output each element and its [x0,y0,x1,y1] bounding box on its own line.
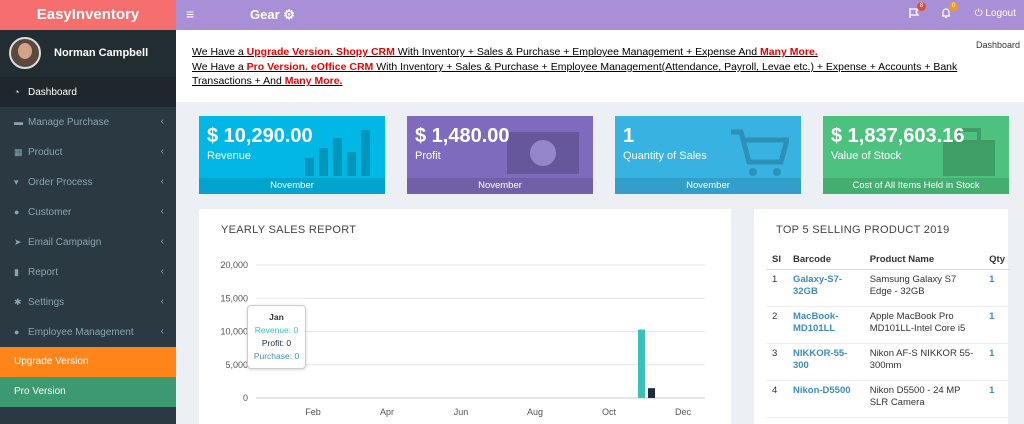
top-selling-title: TOP 5 SELLING PRODUCT 2019 [776,224,950,236]
row-product-name: Nikon D5500 - 24 MP SLR Camera [863,380,984,418]
row-barcode-link[interactable]: MacBook-MD101LL [786,306,864,344]
table-row: 2 MacBook-MD101LL Apple MacBook Pro MD10… [766,306,1011,344]
x-tick-label: Jun [454,407,469,417]
table-row: 4 Nikon-D5500 Nikon D5500 - 24 MP SLR Ca… [766,380,1011,418]
row-sl: 2 [766,306,787,344]
table-header-row: Sl Barcode Product Name Qty [766,251,1011,270]
y-tick-label: 20,000 [220,260,248,270]
x-tick-label: Dec [675,407,692,417]
bar-revenue [638,329,645,398]
y-tick-label: 0 [243,393,248,403]
row-qty: 1 [983,306,1011,344]
tooltip-profit: Profit: 0 [261,338,292,348]
row-product-name: Samsung Galaxy S7 Edge - 32GB [863,269,984,307]
row-sl: 3 [766,343,787,381]
row-barcode-link[interactable]: Nikon-D5500 [786,380,864,418]
col-barcode: Barcode [786,251,864,270]
x-tick-label: Feb [305,407,321,417]
chart-tooltip: Jan Revenue: 0 Profit: 0 Purchase: 0 [247,305,306,369]
tooltip-purchase: Purchase: 0 [253,351,300,361]
x-tick-label: Aug [527,407,543,417]
bar-profit [648,388,655,398]
top-selling-panel: TOP 5 SELLING PRODUCT 2019 Sl Barcode Pr… [754,209,1011,424]
row-barcode-link[interactable]: Galaxy-S7-32GB [786,269,864,307]
row-sl: 1 [766,269,787,307]
table-row: 3 NIKKOR-55-300 Nikon AF-S NIKKOR 55-300… [766,343,1011,381]
col-product-name: Product Name [863,251,984,270]
col-sl: Sl [766,251,787,270]
row-barcode-link[interactable]: NIKKOR-55-300 [786,343,864,381]
tooltip-month: Jan [269,312,284,322]
table-row: 1 Galaxy-S7-32GB Samsung Galaxy S7 Edge … [766,269,1011,307]
row-qty: 1 [983,269,1011,307]
row-product-name: Apple MacBook Pro MD101LL-Intel Core i5 [863,306,984,344]
y-tick-label: 15,000 [220,293,248,303]
col-qty: Qty [983,251,1011,270]
x-tick-label: Apr [380,407,394,417]
x-tick-label: Oct [602,407,617,417]
y-tick-label: 5,000 [225,360,248,370]
row-qty: 1 [983,380,1011,418]
row-sl: 4 [766,380,787,418]
y-tick-label: 10,000 [220,327,248,337]
row-qty: 1 [983,343,1011,381]
top-selling-table: Sl Barcode Product Name Qty 1 Galaxy-S7-… [766,251,1011,418]
row-product-name: Nikon AF-S NIKKOR 55-300mm [863,343,984,381]
tooltip-revenue: Revenue: 0 [254,325,299,335]
